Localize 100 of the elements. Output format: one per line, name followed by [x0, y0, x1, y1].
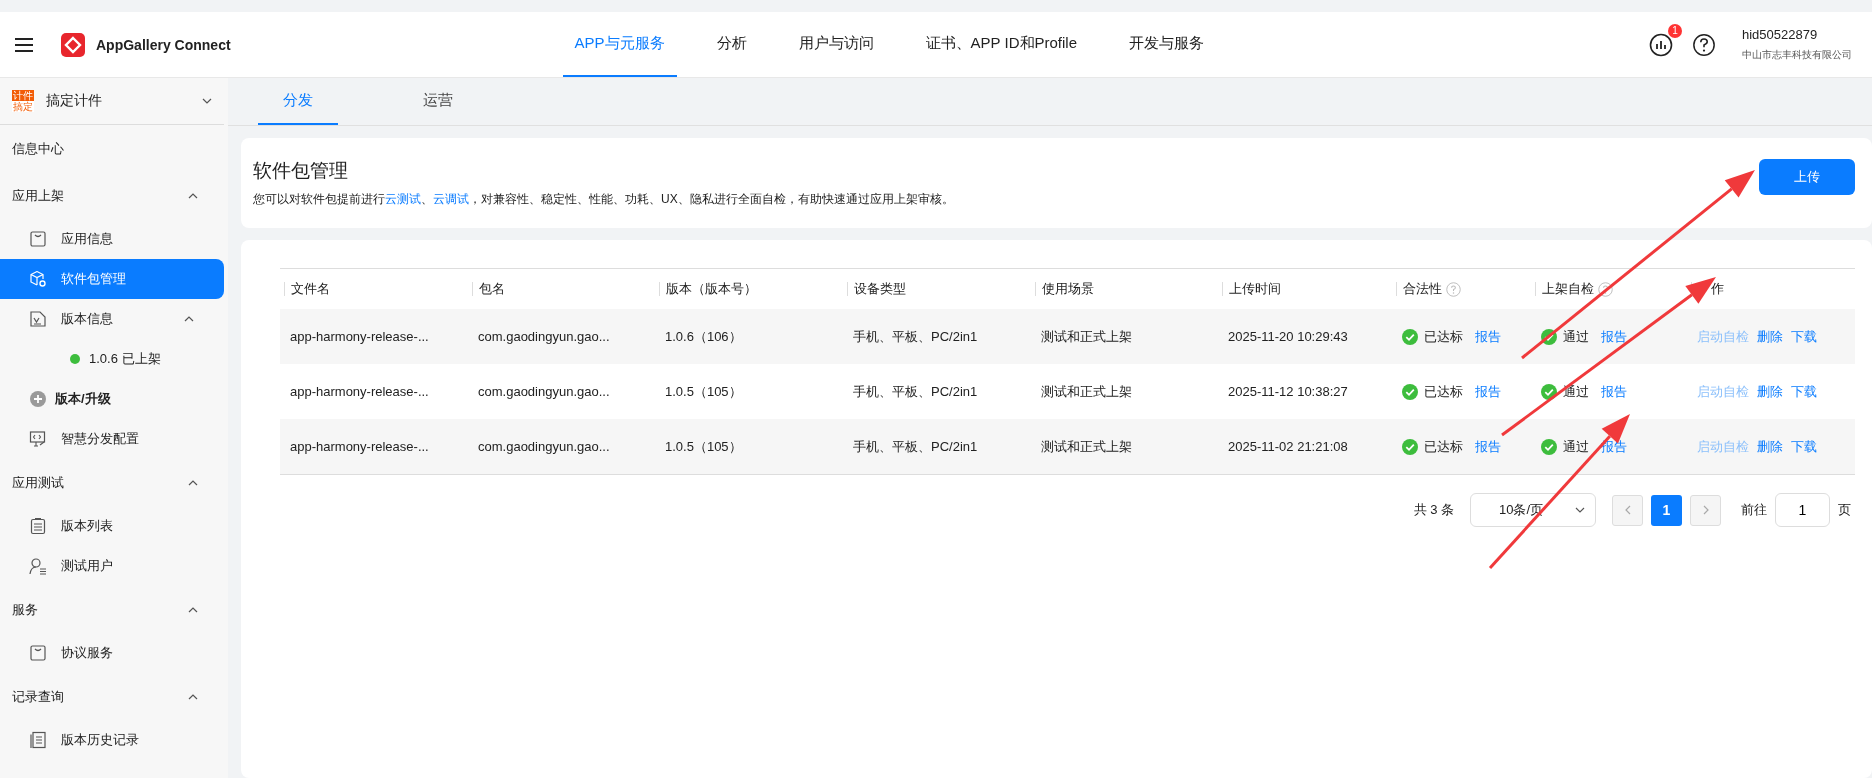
sidebar-section[interactable]: 服务 — [0, 586, 228, 633]
link[interactable]: 云调试 — [433, 192, 469, 206]
table-cell: com.gaodingyun.gao... — [478, 439, 610, 454]
nav-tab[interactable]: 证书、APP ID和Profile — [913, 12, 1090, 77]
sidebar-item[interactable]: 软件包管理 — [0, 259, 224, 299]
chevron-up-icon[interactable] — [184, 316, 194, 322]
sidebar-item[interactable]: 智慧分发配置 — [0, 419, 224, 459]
table-cell: 2025-11-12 10:38:27 — [1228, 384, 1348, 399]
table-cell: 1.0.6（106） — [665, 327, 742, 346]
table-cell: 2025-11-02 21:21:08 — [1228, 439, 1348, 454]
report-link[interactable]: 报告 — [1475, 382, 1501, 401]
sidebar-item[interactable]: 协议服务 — [0, 633, 224, 673]
action-link[interactable]: 删除 — [1757, 437, 1783, 456]
column-header: 合法性 — [1403, 280, 1442, 298]
sidebar-section[interactable]: 记录查询 — [0, 673, 228, 720]
document-list-icon — [29, 731, 47, 749]
sidebar-item[interactable]: 版本信息 — [0, 299, 224, 339]
nav-tab[interactable]: APP与元服务 — [562, 12, 677, 77]
code-screen-icon — [29, 430, 47, 448]
app-title: AppGallery Connect — [96, 36, 231, 53]
sidebar-item[interactable]: 测试用户 — [0, 546, 224, 586]
sub-tab[interactable]: 分发 — [258, 78, 338, 125]
action-link[interactable]: 下载 — [1791, 327, 1817, 346]
report-link[interactable]: 报告 — [1601, 382, 1627, 401]
company-name: 中山市志丰科技有限公司 — [1742, 48, 1852, 62]
page-input[interactable]: 1 — [1775, 493, 1830, 527]
column-header: 作 — [1710, 280, 1724, 298]
chevron-down-icon — [202, 98, 212, 104]
report-link[interactable]: 报告 — [1475, 327, 1501, 346]
sidebar-section[interactable]: 应用上架 — [0, 172, 228, 219]
chevron-up-icon[interactable] — [188, 192, 198, 199]
chevron-up-icon[interactable] — [188, 606, 198, 613]
column-header: 上架自检 — [1542, 280, 1594, 298]
user-name[interactable]: hid50522879 — [1742, 27, 1852, 42]
user-list-icon — [29, 557, 47, 575]
table-cell: app-harmony-release-... — [290, 439, 429, 454]
page-suffix: 页 — [1838, 501, 1851, 519]
column-header: 上传时间 — [1229, 280, 1281, 298]
sidebar-section[interactable]: 应用测试 — [0, 459, 228, 506]
notification-badge: 1 — [1668, 23, 1682, 38]
report-link[interactable]: 报告 — [1601, 327, 1627, 346]
nav-tab[interactable]: 用户与访问 — [786, 12, 886, 77]
analytics-icon[interactable] — [1648, 31, 1674, 58]
sidebar-item[interactable]: 版本历史记录 — [0, 720, 224, 760]
chevron-right-icon — [1702, 505, 1709, 515]
menu-icon[interactable] — [14, 36, 34, 53]
sidebar-subitem[interactable]: 1.0.6 已上架 — [0, 339, 228, 379]
column-header: 设备类型 — [854, 280, 906, 298]
table-cell: 1.0.5（105） — [665, 382, 742, 401]
column-header: 文件名 — [291, 280, 330, 298]
table-cell: 手机、平板、PC/2in1 — [853, 327, 978, 346]
check-circle-icon — [1541, 438, 1557, 455]
clipboard-icon — [29, 517, 47, 535]
app-logo: 计件 搞定 — [12, 90, 34, 112]
page-description: 您可以对软件包提前进行云测试、云调试，对兼容性、稳定性、性能、功耗、UX、隐私进行全面自检，有助快速通过应用上架审核。 — [253, 191, 955, 208]
status-text: 已达标 — [1424, 382, 1463, 401]
table-cell: 测试和正式上架 — [1041, 437, 1132, 456]
status-text: 已达标 — [1424, 327, 1463, 346]
chevron-down-icon — [1575, 507, 1585, 513]
action-link[interactable]: 删除 — [1757, 327, 1783, 346]
sub-tab[interactable]: 运营 — [398, 78, 478, 125]
table-cell: app-harmony-release-... — [290, 329, 429, 344]
upload-button[interactable]: 上传 — [1759, 159, 1855, 195]
sidebar-section[interactable]: 信息中心 — [0, 125, 228, 172]
action-link[interactable]: 下载 — [1791, 437, 1817, 456]
column-header: 包名 — [479, 280, 505, 298]
app-selector[interactable]: 计件 搞定 搞定计件 — [0, 78, 224, 125]
status-text: 已达标 — [1424, 437, 1463, 456]
nav-tab[interactable]: 开发与服务 — [1117, 12, 1217, 77]
check-circle-icon — [1402, 328, 1418, 345]
check-circle-icon — [1402, 438, 1418, 455]
table-cell: 手机、平板、PC/2in1 — [853, 437, 978, 456]
logo-icon — [60, 31, 86, 58]
nav-tab[interactable]: 分析 — [704, 12, 759, 77]
check-circle-icon — [1541, 328, 1557, 345]
column-header: 版本（版本号） — [666, 280, 757, 298]
page-title: 软件包管理 — [253, 159, 349, 183]
table-cell: app-harmony-release-... — [290, 384, 429, 399]
sidebar-item[interactable]: 版本列表 — [0, 506, 224, 546]
help-icon[interactable] — [1692, 32, 1716, 57]
action-link[interactable]: 删除 — [1757, 382, 1783, 401]
chevron-up-icon[interactable] — [188, 479, 198, 486]
sidebar-item[interactable]: 应用信息 — [0, 219, 224, 259]
bag-icon — [29, 230, 47, 248]
sidebar-item[interactable]: 版本/升级 — [0, 379, 224, 419]
action-link[interactable]: 下载 — [1791, 382, 1817, 401]
chevron-up-icon[interactable] — [188, 693, 198, 700]
chevron-left-icon — [1624, 505, 1631, 515]
table-cell: 2025-11-20 10:29:43 — [1228, 329, 1348, 344]
bag-icon — [29, 644, 47, 662]
plus-icon — [29, 390, 47, 408]
check-circle-icon — [1402, 383, 1418, 400]
page-button[interactable]: 1 — [1651, 494, 1682, 526]
link[interactable]: 云测试 — [385, 192, 421, 206]
cube-gear-icon — [29, 270, 47, 288]
document-icon — [29, 310, 47, 328]
check-circle-icon — [1541, 383, 1557, 400]
report-link[interactable]: 报告 — [1475, 437, 1501, 456]
goto-label: 前往 — [1741, 501, 1767, 519]
total-count: 共 3 条 — [1413, 501, 1454, 519]
